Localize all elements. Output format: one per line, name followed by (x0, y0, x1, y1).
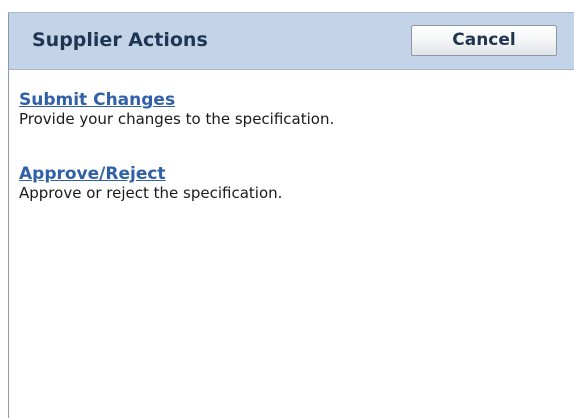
submit-changes-description: Provide your changes to the specificatio… (19, 110, 335, 128)
panel-title: Supplier Actions (32, 29, 208, 51)
submit-changes-link[interactable]: Submit Changes (19, 91, 334, 110)
approve-reject-link[interactable]: Approve/Reject (19, 165, 282, 184)
action-item-approve-reject: Approve/Reject Approve or reject the spe… (19, 165, 282, 203)
cancel-button[interactable]: Cancel (411, 25, 557, 56)
panel-header: Supplier Actions Cancel (9, 13, 574, 70)
action-item-submit-changes: Submit Changes Provide your changes to t… (19, 91, 334, 129)
approve-reject-description: Approve or reject the specification. (19, 184, 283, 202)
supplier-actions-panel: Supplier Actions Cancel Submit Changes P… (8, 12, 574, 418)
